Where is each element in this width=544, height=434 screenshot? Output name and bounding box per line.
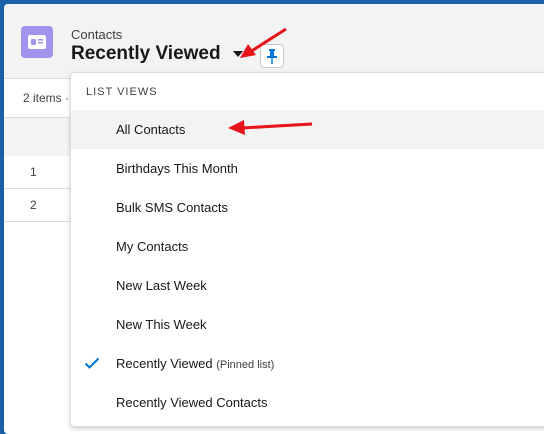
- list-view-item-label: Recently Viewed: [116, 356, 213, 371]
- list-views-section-title: LIST VIEWS: [86, 86, 158, 98]
- list-view-item-label: Birthdays This Month: [116, 161, 238, 176]
- list-view-item-bulk-sms-contacts[interactable]: Bulk SMS Contacts: [71, 188, 544, 227]
- list-view-item-label: New Last Week: [116, 278, 207, 293]
- list-view-item-my-contacts[interactable]: My Contacts: [71, 227, 544, 266]
- row-number: 2: [30, 198, 37, 212]
- list-view-item-label: My Contacts: [116, 239, 189, 254]
- contact-card-icon: [21, 26, 53, 58]
- list-view-item-new-this-week[interactable]: New This Week: [71, 305, 544, 344]
- list-view-item-label: Recently Viewed Contacts: [116, 395, 268, 410]
- object-label: Contacts: [71, 27, 123, 42]
- pinned-list-note: (Pinned list): [216, 359, 275, 371]
- list-view-item-recently-viewed-contacts[interactable]: Recently Viewed Contacts: [71, 383, 544, 422]
- list-view-title[interactable]: Recently Viewed: [71, 43, 221, 65]
- annotation-arrow-icon: [240, 27, 287, 58]
- items-count: 2 items ·: [23, 91, 70, 105]
- list-view-item-label: Bulk SMS Contacts: [116, 200, 228, 215]
- checkmark-icon: [84, 357, 100, 369]
- annotation-arrow-icon: [228, 120, 313, 135]
- list-view-item-recently-viewed[interactable]: Recently Viewed (Pinned list): [71, 344, 544, 383]
- row-number: 1: [30, 165, 37, 179]
- list-view-item-new-last-week[interactable]: New Last Week: [71, 266, 544, 305]
- list-view-item-label: All Contacts: [116, 122, 186, 137]
- list-view-item-label: New This Week: [116, 317, 207, 332]
- list-view-item-birthdays-this-month[interactable]: Birthdays This Month: [71, 149, 544, 188]
